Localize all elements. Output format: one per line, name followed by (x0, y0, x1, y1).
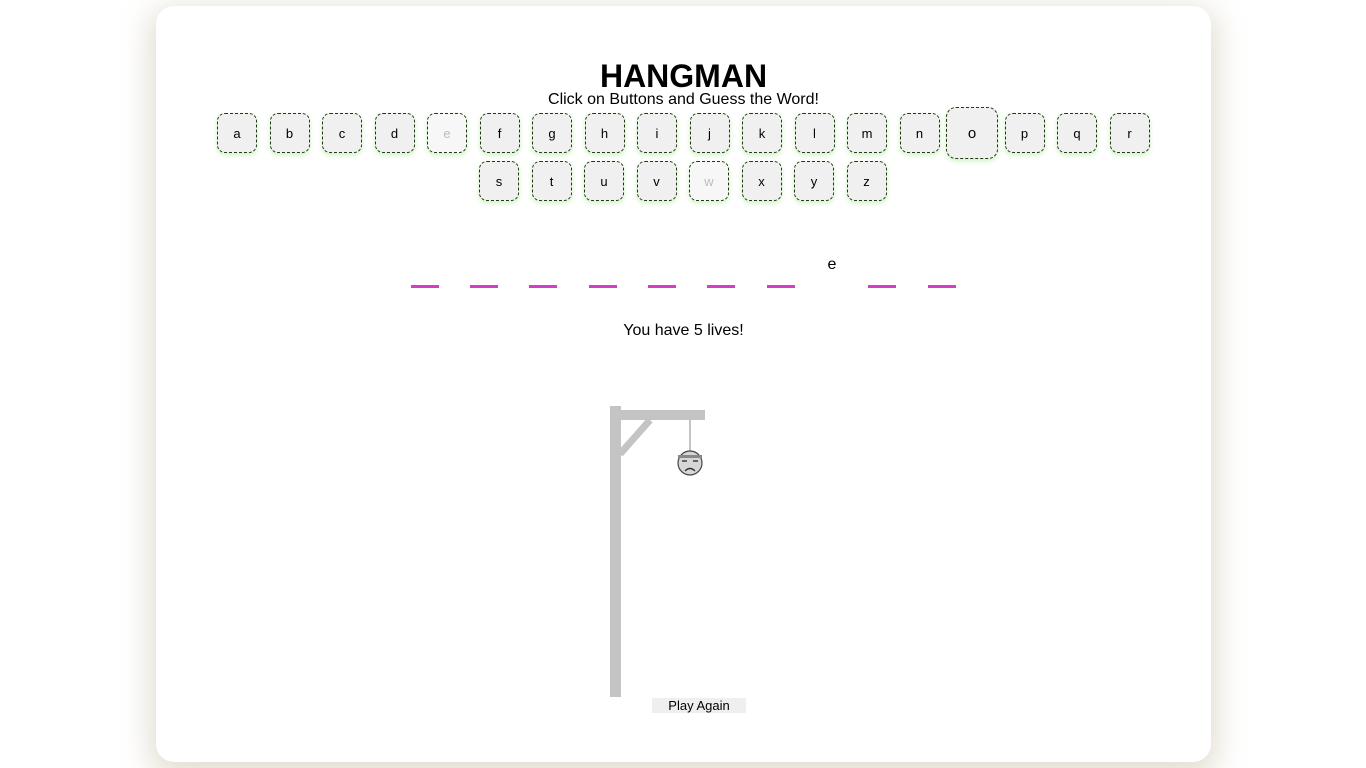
letter-key-d[interactable]: d (374, 113, 415, 153)
letter-key-y[interactable]: y (794, 161, 834, 201)
play-again-button[interactable]: Play Again (652, 698, 746, 713)
letter-dash (589, 285, 617, 288)
letter-key-a[interactable]: a (217, 113, 257, 153)
letter-key-k[interactable]: k (742, 113, 782, 153)
letter-key-b[interactable]: b (269, 113, 310, 153)
letter-key-f[interactable]: f (479, 113, 520, 153)
letter-dash (648, 285, 676, 288)
word-slot (707, 246, 735, 296)
sad-face-head-icon (677, 450, 703, 476)
letter-key-w[interactable]: w (689, 161, 729, 201)
word-display: e (156, 246, 1211, 306)
gallows-brace (617, 417, 653, 457)
letter-key-s[interactable]: s (479, 161, 519, 201)
letter-key-o[interactable]: o (946, 107, 998, 159)
letter-key-e[interactable]: e (427, 113, 467, 153)
gallows-drawing (606, 398, 726, 698)
letter-dash (928, 285, 956, 288)
letter-key-t[interactable]: t (531, 161, 572, 201)
letter-key-n[interactable]: n (899, 113, 940, 153)
page: HANGMAN Click on Buttons and Guess the W… (0, 0, 1366, 768)
word-slot (928, 246, 956, 296)
word-slot (470, 246, 498, 296)
letter-key-v[interactable]: v (636, 161, 677, 201)
gallows-svg (610, 406, 705, 697)
letter-key-u[interactable]: u (584, 161, 624, 201)
letter-key-i[interactable]: i (637, 113, 677, 153)
letter-dash (868, 285, 896, 288)
instructions: Click on Buttons and Guess the Word! (548, 91, 819, 108)
word-slot: e (818, 246, 846, 296)
letter-key-l[interactable]: l (794, 113, 835, 153)
word-slot (411, 246, 439, 296)
revealed-letter: e (827, 256, 837, 273)
word-slot (529, 246, 557, 296)
word-slot (868, 246, 896, 296)
letter-key-q[interactable]: q (1057, 113, 1097, 153)
lives-counter: You have 5 lives! (623, 322, 744, 339)
letter-key-r[interactable]: r (1109, 113, 1150, 153)
letter-dash (411, 285, 439, 288)
gallows-beam (610, 410, 705, 420)
letter-dash (707, 285, 735, 288)
word-slot (589, 246, 617, 296)
letter-dash (767, 285, 795, 288)
letter-key-m[interactable]: m (847, 113, 887, 153)
letter-key-x[interactable]: x (741, 161, 782, 201)
letter-key-z[interactable]: z (846, 161, 887, 201)
word-slot (648, 246, 676, 296)
letter-key-h[interactable]: h (584, 113, 625, 153)
game-card: HANGMAN Click on Buttons and Guess the W… (156, 6, 1211, 762)
letter-dash (529, 285, 557, 288)
letter-key-g[interactable]: g (532, 113, 572, 153)
letter-key-c[interactable]: c (322, 113, 362, 153)
letter-key-p[interactable]: p (1004, 113, 1045, 153)
letter-dash (470, 285, 498, 288)
word-slot (767, 246, 795, 296)
letter-key-j[interactable]: j (689, 113, 730, 153)
